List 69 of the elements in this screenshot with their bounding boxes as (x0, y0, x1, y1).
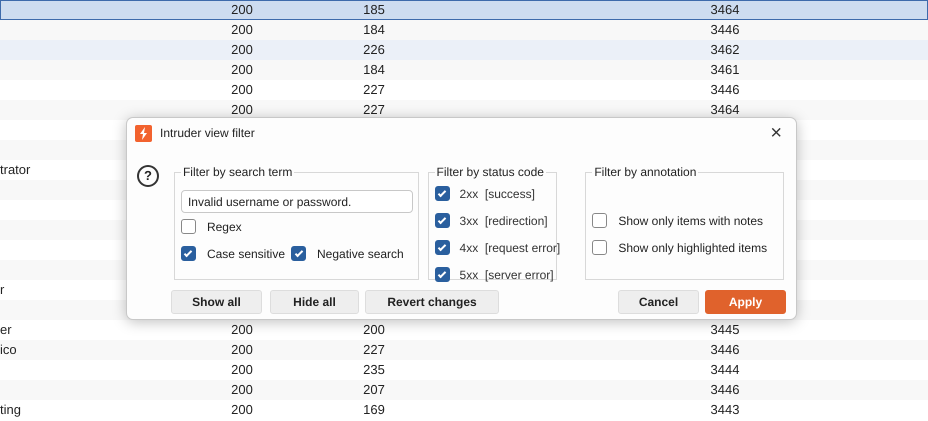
table-cell-text: 200 (363, 321, 385, 340)
table-cell-text: 3446 (710, 81, 740, 100)
table-cell-text: 207 (363, 381, 385, 400)
table-cell-text: 200 (231, 361, 253, 380)
checkbox-label: Show only items with notes (618, 212, 764, 230)
table-cell-text: trator (0, 161, 30, 180)
checkbox[interactable] (291, 246, 306, 261)
table-cell-text: 227 (363, 101, 385, 120)
checkbox[interactable] (592, 213, 608, 228)
table-cell-text: 200 (231, 41, 253, 60)
table-cell-text: 3445 (710, 321, 740, 340)
table-cell-text: 200 (231, 101, 253, 120)
table-cell-text: 200 (231, 61, 253, 80)
checkbox-label: Case sensitive (206, 246, 286, 262)
table-cell-text: 3446 (710, 381, 740, 400)
table-cell-text: 200 (231, 341, 253, 360)
checkbox-label: 5xx [server error] (460, 266, 554, 284)
table-cell-text: ico (0, 341, 17, 360)
table-cell-text: 3464 (710, 101, 740, 120)
hide-all-button[interactable]: Hide all (270, 290, 359, 314)
table-cell-text: 3443 (710, 401, 740, 420)
table-cell-text: 200 (231, 401, 253, 420)
table-cell-text: 3444 (710, 361, 740, 380)
table-cell-text: 185 (363, 1, 385, 20)
group-title: Filter by search term (180, 164, 294, 180)
table-cell-text: 184 (363, 21, 385, 40)
table-cell-text: 3461 (710, 61, 740, 80)
table-cell-text: 200 (231, 21, 253, 40)
app-icon (135, 124, 152, 142)
checkbox-label: 4xx [request error] (460, 240, 560, 256)
group-title: Filter by status code (434, 164, 546, 180)
checkbox[interactable] (434, 267, 450, 282)
checkbox-label: Show only highlighted items (618, 240, 768, 256)
close-button[interactable]: × (764, 123, 788, 143)
checkbox-label: 3xx [redirection] (460, 212, 548, 230)
table-cell-text: 200 (231, 81, 253, 100)
checkbox-label: Negative search (317, 246, 404, 262)
checkbox[interactable] (180, 246, 196, 261)
checkbox[interactable] (592, 240, 608, 255)
checkbox[interactable] (434, 186, 450, 201)
checkbox-label: 2xx [success] (460, 186, 535, 202)
checkbox[interactable] (434, 213, 450, 228)
group-title: Filter by annotation (592, 164, 698, 180)
table-cell-text: 3446 (710, 21, 740, 40)
table-cell-text: r (0, 281, 4, 300)
dialog-title: Intruder view filter (160, 125, 255, 142)
table-cell-text: 226 (363, 41, 385, 60)
table-cell-text: 169 (363, 401, 385, 420)
apply-button[interactable]: Apply (705, 290, 786, 314)
table-cell-text: 200 (231, 1, 253, 20)
checkbox[interactable] (180, 219, 196, 234)
table-cell-text: er (0, 321, 12, 340)
table-cell-text: 227 (363, 341, 385, 360)
checkbox[interactable] (434, 240, 450, 255)
revert-button[interactable]: Revert changes (365, 290, 499, 314)
table-cell-text: 3446 (710, 341, 740, 360)
table-cell-text: 3464 (710, 1, 740, 20)
search-field[interactable]: Invalid username or password. (180, 190, 413, 213)
table-cell-text: 235 (363, 361, 385, 380)
table-cell-text: ting (0, 401, 21, 420)
cancel-button[interactable]: Cancel (618, 290, 699, 314)
table-cell-text: 3462 (710, 41, 740, 60)
show-all-button[interactable]: Show all (171, 290, 262, 314)
table-cell-text: 200 (231, 321, 253, 340)
help-icon[interactable]: ? (137, 165, 159, 187)
table-cell-text: 200 (231, 381, 253, 400)
table-cell-text: 227 (363, 81, 385, 100)
checkbox-label: Regex (206, 218, 242, 236)
table-cell-text: 184 (363, 61, 385, 80)
